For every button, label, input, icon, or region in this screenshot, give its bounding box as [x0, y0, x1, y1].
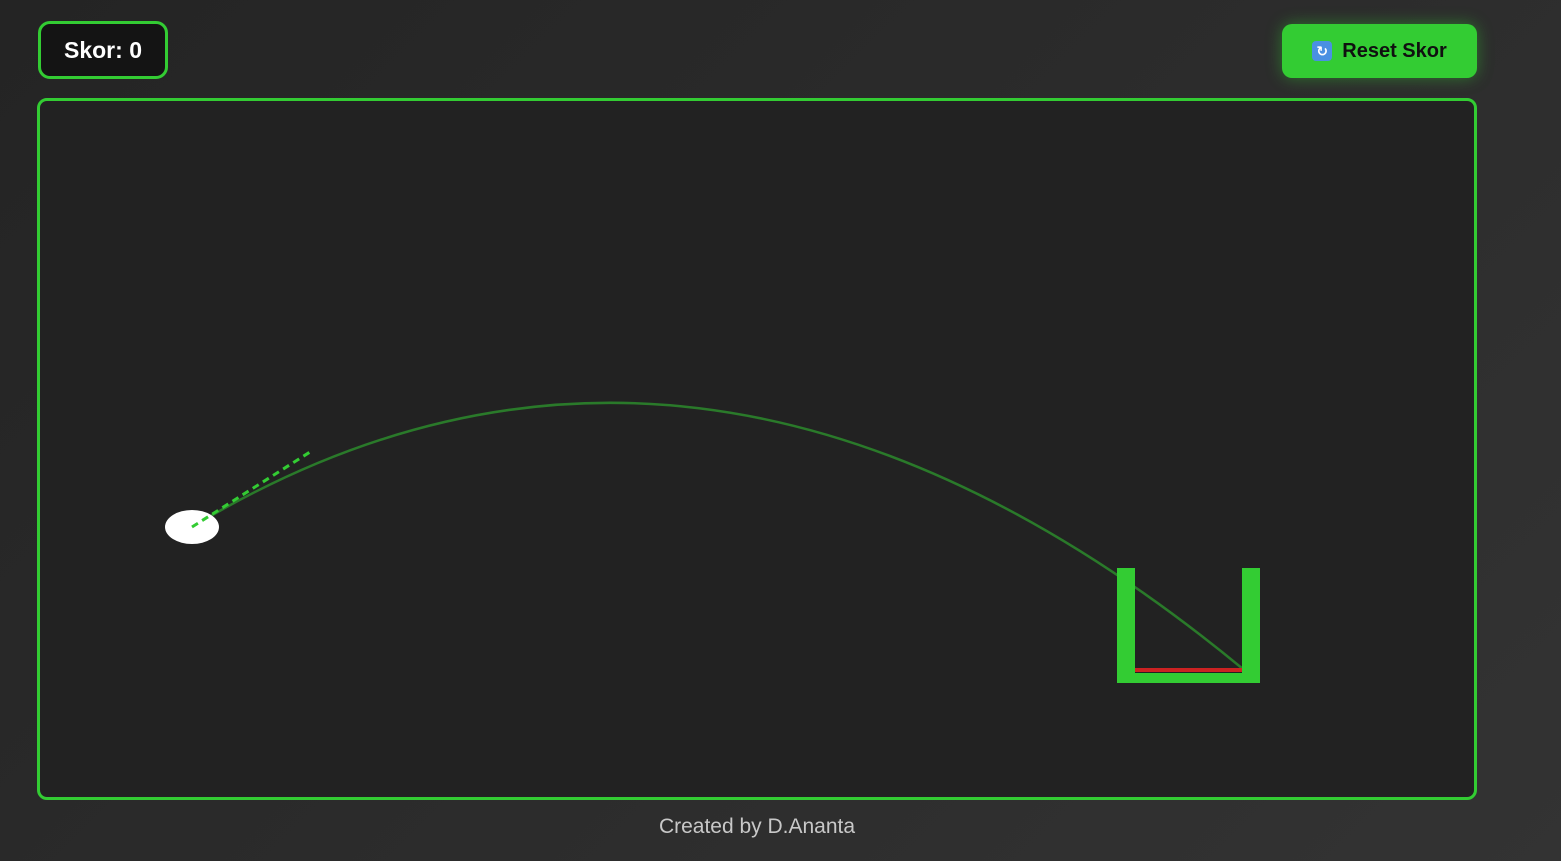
score-display: Skor: 0	[38, 21, 168, 79]
reset-score-label: Reset Skor	[1342, 39, 1447, 62]
reset-score-button[interactable]: ↻ Reset Skor	[1282, 24, 1477, 78]
bucket-bottom	[1117, 673, 1260, 683]
bucket-right-wall	[1242, 568, 1260, 683]
score-value: 0	[129, 36, 142, 63]
score-label: Skor:	[64, 36, 123, 63]
footer-credit: Created by D.Ananta	[658, 815, 856, 838]
refresh-icon: ↻	[1312, 41, 1333, 61]
aim-indicator	[191, 450, 311, 529]
game-canvas[interactable]	[37, 98, 1477, 800]
bucket-floor-line	[1135, 668, 1242, 672]
trajectory-path	[191, 401, 1244, 670]
bucket-left-wall	[1117, 568, 1135, 683]
